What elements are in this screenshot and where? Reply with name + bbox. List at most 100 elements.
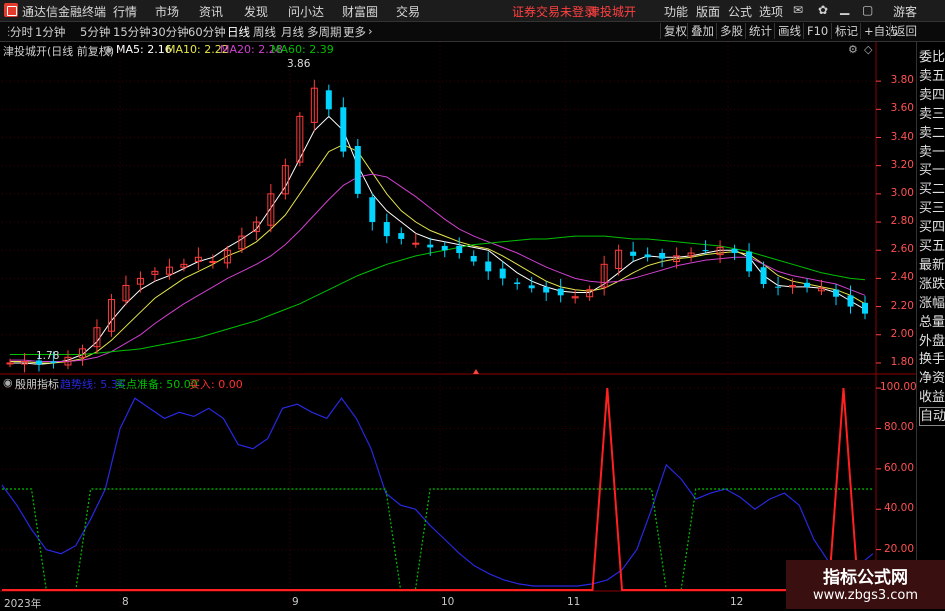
guest-label[interactable]: 游客 xyxy=(893,3,917,20)
candle-body xyxy=(746,251,753,272)
menu-wealth-circle[interactable]: 财富圈 xyxy=(342,3,378,20)
watermark-logo: 指标公式网 www.zbgs3.com xyxy=(786,560,945,609)
maximize-icon[interactable]: ▢ xyxy=(862,3,873,17)
side-panel-item: 净资 xyxy=(919,371,945,387)
menu-options[interactable]: 选项 xyxy=(759,3,783,20)
tab-period-30min[interactable]: 30分钟 xyxy=(151,24,189,40)
tab-period-monthly[interactable]: 月线 xyxy=(281,24,304,40)
candle-body xyxy=(528,285,535,289)
draw-line-button[interactable]: 画线 xyxy=(774,23,804,39)
side-panel-item: 买三 xyxy=(919,201,945,217)
back-button[interactable]: 返回 xyxy=(890,23,920,39)
side-panel-item: 最新 xyxy=(919,257,945,273)
menu-ask-xiaoda[interactable]: 问小达 xyxy=(288,3,324,20)
candle-body xyxy=(630,251,637,256)
x-tick-label: 12 xyxy=(730,596,744,608)
candle-body xyxy=(543,286,550,293)
candle-body xyxy=(847,295,854,307)
price-tick-label: 3.40 xyxy=(890,130,914,143)
tab-period-weekly[interactable]: 周线 xyxy=(253,24,276,40)
tab-period-5min[interactable]: 5分钟 xyxy=(80,24,110,40)
price-tick-label: 3.20 xyxy=(890,158,914,171)
menu-function[interactable]: 功能 xyxy=(664,3,688,20)
statistics-button[interactable]: 统计 xyxy=(745,23,775,39)
adjust-button[interactable]: 复权 xyxy=(660,23,690,39)
side-panel-item: 涨幅 xyxy=(919,295,945,311)
side-panel-item: 换手 xyxy=(919,352,945,368)
menu-trade[interactable]: 交易 xyxy=(396,3,420,20)
indicator-tick-label: 100.00 xyxy=(880,381,917,394)
tab-period-multi[interactable]: 多周期 xyxy=(307,24,342,40)
titlebar-stock-name: 津投城开 xyxy=(588,5,637,19)
tab-period-15min[interactable]: 15分钟 xyxy=(113,24,151,40)
tab-period-60min[interactable]: 60分钟 xyxy=(188,24,226,40)
side-panel-item: 委比 xyxy=(919,50,945,65)
price-tick-label: 2.80 xyxy=(890,215,914,228)
watermark-url: www.zbgs3.com xyxy=(812,588,919,603)
candle-body xyxy=(209,261,217,263)
indicator-line-0 xyxy=(1,397,874,587)
title-bar: 通达信金融终端 行情 市场 资讯 发现 问小达 财富圈 交易 证券交易未登录 津… xyxy=(0,0,945,22)
tab-period-daily[interactable]: 日线 xyxy=(227,24,250,40)
overlay-button[interactable]: 叠加 xyxy=(687,23,717,39)
mark-button[interactable]: 标记 xyxy=(831,23,861,39)
candle-body xyxy=(514,282,521,285)
menu-market[interactable]: 市场 xyxy=(155,3,179,20)
candle-body xyxy=(427,244,434,248)
menu-news[interactable]: 资讯 xyxy=(199,3,223,20)
menu-discover[interactable]: 发现 xyxy=(244,3,268,20)
indicator-tick-label: 20.00 xyxy=(883,542,914,555)
candle-body xyxy=(354,146,361,194)
indicator-tick-label: 60.00 xyxy=(883,461,914,474)
indicator-tick-label: 80.00 xyxy=(883,421,914,434)
side-panel-item: 涨跌 xyxy=(919,276,945,292)
side-panel-item: 收益 xyxy=(919,390,945,406)
price-tick-label: 3.00 xyxy=(890,186,914,199)
ma-line-ma60 xyxy=(10,235,866,355)
price-tick-label: 2.60 xyxy=(890,243,914,256)
indicator-line-1 xyxy=(2,488,873,591)
message-icon[interactable]: ✉ xyxy=(793,3,803,17)
multi-stock-button[interactable]: 多股 xyxy=(716,23,746,39)
candle-body xyxy=(470,255,477,262)
candle-body xyxy=(775,286,782,288)
menu-formula[interactable]: 公式 xyxy=(728,3,752,20)
high-annotation: 3.86 xyxy=(287,58,311,70)
tab-period-1min[interactable]: 1分钟 xyxy=(35,24,65,40)
candle-body xyxy=(702,250,709,252)
candle-body xyxy=(398,233,405,239)
menu-market-quotes[interactable]: 行情 xyxy=(113,3,137,20)
side-panel-item: 卖五 xyxy=(919,68,945,84)
candle-body xyxy=(499,268,506,279)
minimize-icon[interactable]: ▁ xyxy=(840,1,849,15)
price-tick-label: 2.40 xyxy=(890,271,914,284)
candle-body xyxy=(731,248,738,254)
login-notice[interactable]: 证券交易未登录 xyxy=(512,3,596,20)
settings-icon[interactable]: ✿ xyxy=(818,3,828,17)
candle-body xyxy=(6,362,14,365)
candle-body xyxy=(383,222,390,237)
side-panel-item: 买五 xyxy=(919,239,945,254)
f10-button[interactable]: F10 xyxy=(803,23,831,39)
chart-area[interactable] xyxy=(0,42,916,609)
tab-period-more[interactable]: 更多 xyxy=(343,24,366,40)
x-tick-label: 11 xyxy=(567,596,581,608)
app-name: 通达信金融终端 xyxy=(22,5,107,19)
tab-period-timeshare[interactable]: 分时 xyxy=(10,24,33,40)
ma-line-ma5 xyxy=(10,115,866,365)
side-panel-item: 卖四 xyxy=(919,87,945,103)
candle-body xyxy=(412,242,420,245)
x-tick-label: 8 xyxy=(122,596,129,608)
price-tick-label: 2.00 xyxy=(890,327,914,340)
candle-body xyxy=(862,302,868,314)
price-tick-label: 3.80 xyxy=(890,74,914,87)
side-panel-item[interactable]: 自动 xyxy=(919,407,945,427)
chevron-right-icon[interactable]: › xyxy=(368,24,373,38)
candle-body xyxy=(659,252,666,259)
x-tick-label: 9 xyxy=(292,596,299,608)
menu-layout[interactable]: 版面 xyxy=(696,3,720,20)
side-panel-item: 卖二 xyxy=(919,125,945,141)
candle-body xyxy=(369,197,376,223)
price-tick-label: 3.60 xyxy=(890,102,914,115)
indicator-tick-label: 40.00 xyxy=(883,502,914,515)
